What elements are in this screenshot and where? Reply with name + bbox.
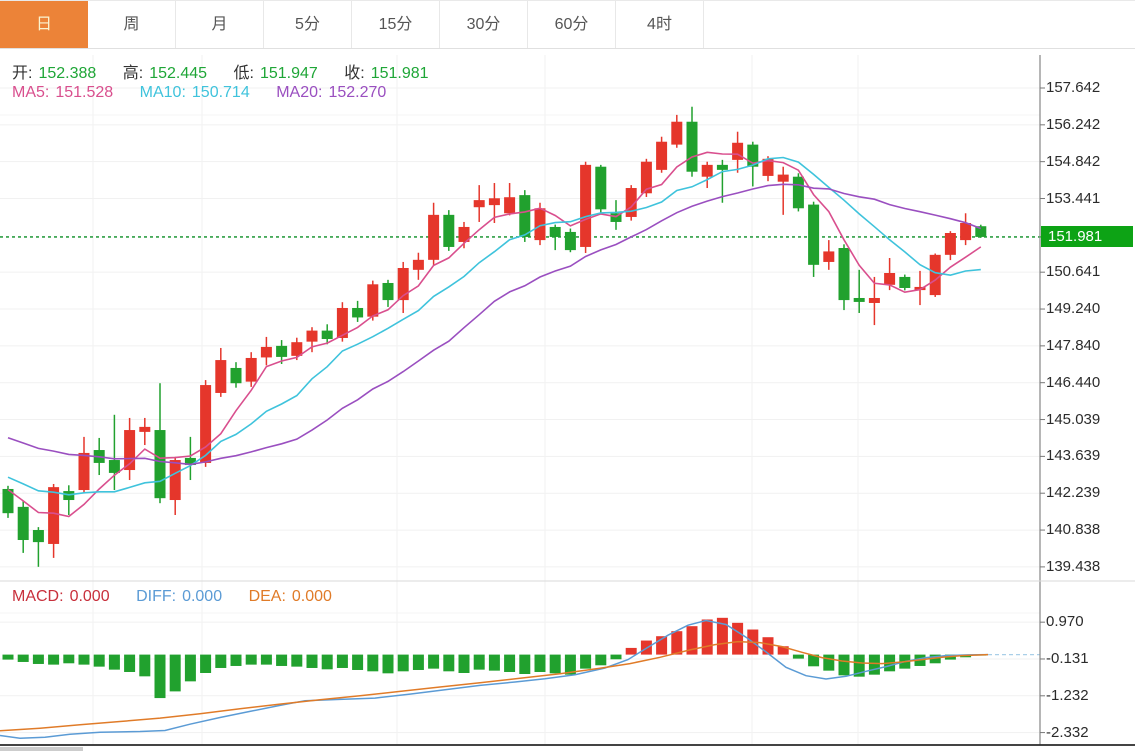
ma5-value: 151.528: [55, 84, 113, 101]
y-axis-label: 156.242: [1046, 116, 1100, 133]
dea-label: DEA:: [249, 588, 286, 605]
period-tabbar: 日 周 月 5分 15分 30分 60分 4时: [0, 0, 1135, 49]
kline-chart-app: 日 周 月 5分 15分 30分 60分 4时 开: 152.388 高: 152.…: [0, 0, 1135, 752]
low-label: 低:: [234, 65, 254, 82]
y-axis-label: 0.970: [1046, 613, 1084, 630]
tab-4hour[interactable]: 4时: [616, 1, 704, 48]
y-axis-label: -0.131: [1046, 650, 1089, 667]
tab-60min[interactable]: 60分: [528, 1, 616, 48]
candlestick-layer: [3, 107, 987, 567]
macd-histogram: [3, 618, 987, 698]
low-value: 151.947: [260, 65, 318, 82]
ma20-label: MA20:: [276, 84, 322, 101]
y-axis-label: 154.842: [1046, 153, 1100, 170]
tab-week[interactable]: 周: [88, 1, 176, 48]
ma20-line: [8, 184, 981, 464]
y-axis-label: 143.639: [1046, 447, 1100, 464]
open-value: 152.388: [38, 65, 96, 82]
ma-readout: MA5: 151.528 MA10: 150.714 MA20: 152.270: [12, 84, 392, 102]
tab-30min[interactable]: 30分: [440, 1, 528, 48]
y-axis-label: 149.240: [1046, 300, 1100, 317]
ma10-label: MA10:: [140, 84, 186, 101]
y-axis-label: 145.039: [1046, 411, 1100, 428]
chart-canvas[interactable]: [0, 0, 1135, 752]
high-label: 高:: [123, 65, 143, 82]
y-axis-label: 150.641: [1046, 263, 1100, 280]
last-price-marker: 151.981: [1041, 226, 1133, 247]
y-axis-label: 147.840: [1046, 337, 1100, 354]
ma20-value: 152.270: [328, 84, 386, 101]
macd-value: 0.000: [70, 588, 110, 605]
chart-frame: [0, 55, 1135, 751]
y-axis-label: 153.441: [1046, 190, 1100, 207]
diff-line: [0, 621, 988, 739]
open-label: 开:: [12, 65, 32, 82]
tab-5min[interactable]: 5分: [264, 1, 352, 48]
diff-value: 0.000: [182, 588, 222, 605]
tab-15min[interactable]: 15分: [352, 1, 440, 48]
gridlines: [0, 55, 1040, 745]
scrollbar-stub[interactable]: [0, 747, 83, 751]
y-axis-label: 139.438: [1046, 558, 1100, 575]
y-axis-label: 140.838: [1046, 521, 1100, 538]
y-axis-label: 146.440: [1046, 374, 1100, 391]
close-value: 151.981: [371, 65, 429, 82]
tab-day[interactable]: 日: [0, 1, 88, 48]
ma10-value: 150.714: [192, 84, 250, 101]
close-label: 收:: [344, 65, 364, 82]
diff-label: DIFF:: [136, 588, 176, 605]
y-axis-label: -1.232: [1046, 687, 1089, 704]
tab-month[interactable]: 月: [176, 1, 264, 48]
macd-label: MACD:: [12, 588, 64, 605]
macd-readout: MACD: 0.000 DIFF: 0.000 DEA: 0.000: [12, 588, 338, 606]
high-value: 152.445: [149, 65, 207, 82]
y-axis-label: -2.332: [1046, 724, 1089, 741]
ohlc-readout: 开: 152.388 高: 152.445 低: 151.947 收: 151.981: [12, 59, 435, 83]
ma5-label: MA5:: [12, 84, 49, 101]
dea-value: 0.000: [292, 588, 332, 605]
y-axis-label: 142.239: [1046, 484, 1100, 501]
y-axis-label: 157.642: [1046, 79, 1100, 96]
